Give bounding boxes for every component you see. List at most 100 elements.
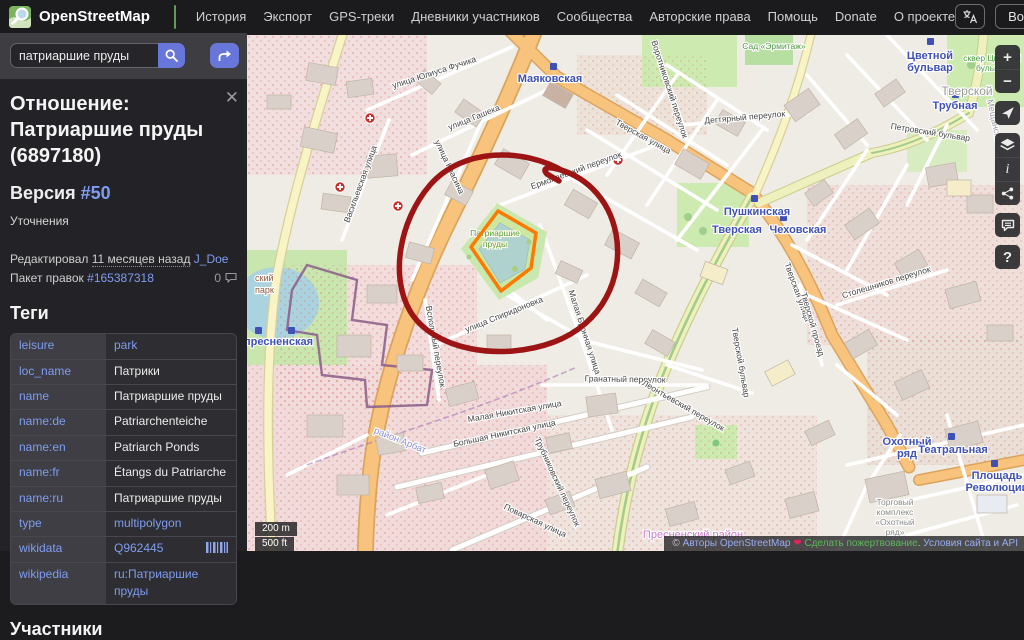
svg-text:парк: парк xyxy=(255,285,274,295)
search-bar xyxy=(0,33,247,79)
subtitle: Уточнения xyxy=(10,214,69,228)
tag-key-link[interactable]: name:ru xyxy=(19,491,63,505)
auth-buttons: Войти Зарегистрироваться xyxy=(995,4,1024,29)
brand-name: OpenStreetMap xyxy=(39,8,150,25)
note-bubble-icon xyxy=(1001,219,1014,231)
zoom-in-button[interactable]: + xyxy=(995,45,1020,69)
nav-item-gps-traces[interactable]: GPS-треки xyxy=(329,9,394,24)
donate-link[interactable]: Сделать пожертвование xyxy=(804,538,917,549)
tag-key-link[interactable]: loc_name xyxy=(19,364,71,378)
changeset-label: Пакет правок xyxy=(10,270,84,285)
tag-key-link[interactable]: type xyxy=(19,516,42,530)
edited-prefix: Редактировал xyxy=(10,252,89,266)
tag-key-link[interactable]: wikidata xyxy=(19,541,62,555)
svg-text:Цветной: Цветной xyxy=(907,50,953,62)
svg-text:Сад «Эрмитаж»: Сад «Эрмитаж» xyxy=(742,41,806,51)
nav-item-communities[interactable]: Сообщества xyxy=(557,9,633,24)
layers-button[interactable] xyxy=(995,133,1020,157)
table-row: type multipolygon xyxy=(11,511,236,538)
share-button[interactable] xyxy=(995,181,1020,205)
table-row: name:fr Étangs du Patriarche xyxy=(11,461,236,487)
tag-value: Patriarch Ponds xyxy=(106,435,236,461)
table-row: name:ru Патриаршие пруды xyxy=(11,486,236,512)
tag-value: Патриаршие пруды xyxy=(106,486,236,511)
locate-me-button[interactable] xyxy=(995,101,1020,125)
tag-key-link[interactable]: name xyxy=(19,389,49,403)
tag-value: Патрики xyxy=(106,359,236,384)
nav-item-history[interactable]: История xyxy=(196,9,246,24)
sidebar: ✕ Отношение: Патриаршие пруды (6897180) … xyxy=(0,33,247,639)
tag-key-link[interactable]: name:en xyxy=(19,440,66,454)
tags-table: leisure park loc_name Патрики name Патри… xyxy=(10,333,237,606)
terms-link[interactable]: Условия сайта и API xyxy=(923,538,1018,549)
table-row: name:de Patriarchenteiche xyxy=(11,410,236,436)
nav-menu: История Экспорт GPS-треки Дневники участ… xyxy=(196,9,955,24)
tag-value: Patriarchenteiche xyxy=(106,410,236,435)
nav-item-about[interactable]: О проекте xyxy=(894,9,955,24)
top-navigation: OpenStreetMap Правка ▼ История Экспорт G… xyxy=(0,0,1024,33)
nav-item-export[interactable]: Экспорт xyxy=(263,9,312,24)
nav-item-help[interactable]: Помощь xyxy=(768,9,818,24)
edited-time: 11 месяцев назад xyxy=(91,252,191,267)
map-viewport[interactable]: Маяковская Пушкинская Тверская Чеховская… xyxy=(247,35,1024,551)
changeset-id-link[interactable]: #165387318 xyxy=(87,269,154,288)
nav-item-donate[interactable]: Donate xyxy=(835,9,877,24)
login-button[interactable]: Войти xyxy=(996,5,1024,28)
svg-text:Театральная: Театральная xyxy=(918,444,988,456)
nav-item-diaries[interactable]: Дневники участников xyxy=(411,9,540,24)
tags-heading: Теги xyxy=(10,303,49,324)
osm-authors-link[interactable]: Авторы OpenStreetMap xyxy=(683,538,791,549)
version-number-link[interactable]: #50 xyxy=(81,183,111,203)
feature-panel: ✕ Отношение: Патриаршие пруды (6897180) … xyxy=(0,79,247,640)
members-heading: Участники xyxy=(10,619,103,640)
tag-key-link[interactable]: wikipedia xyxy=(19,567,68,581)
page-title: Отношение: Патриаршие пруды (6897180) xyxy=(10,93,204,167)
svg-text:ряд: ряд xyxy=(897,448,917,460)
svg-text:комплекс: комплекс xyxy=(877,507,914,517)
map-controls: + − i ? xyxy=(995,45,1020,269)
edit-button[interactable]: Правка ▼ xyxy=(173,4,176,29)
tag-value: Étangs du Patriarche xyxy=(106,461,236,486)
tag-value: Патриаршие пруды xyxy=(106,384,236,410)
tag-value-link[interactable]: park xyxy=(114,337,137,354)
table-row: leisure park xyxy=(11,334,236,360)
edit-button-label[interactable]: Правка xyxy=(175,6,176,28)
search-input[interactable] xyxy=(10,43,158,68)
svg-text:Торговый: Торговый xyxy=(877,497,914,507)
directions-button[interactable] xyxy=(210,43,239,68)
help-button[interactable]: ? xyxy=(995,245,1020,269)
tag-key-link[interactable]: name:fr xyxy=(19,465,60,479)
heart-icon: ❤ xyxy=(793,538,802,549)
language-button[interactable] xyxy=(955,4,986,29)
osm-logo[interactable]: OpenStreetMap xyxy=(0,5,160,29)
svg-text:Революции: Революции xyxy=(966,482,1024,494)
nav-item-copyright[interactable]: Авторские права xyxy=(649,9,750,24)
table-row: wikipedia ru:Патриаршие пруды xyxy=(11,562,236,605)
svg-text:«Охотный: «Охотный xyxy=(875,517,915,527)
scale-bar-imperial: 500 ft xyxy=(255,537,295,551)
version-label: Версия xyxy=(10,183,76,203)
close-icon[interactable]: ✕ xyxy=(225,89,239,106)
edited-line: Редактировал 11 месяцев назад J_Doe xyxy=(10,250,237,269)
svg-text:Чеховская: Чеховская xyxy=(770,224,827,236)
changeset-line: Пакет правок #165387318 0 xyxy=(10,269,237,288)
svg-text:Маяковская: Маяковская xyxy=(518,73,583,85)
tag-key-link[interactable]: leisure xyxy=(19,338,54,352)
wikidata-icon xyxy=(206,542,228,554)
tag-value-link[interactable]: multipolygon xyxy=(114,515,181,532)
svg-text:Площадь: Площадь xyxy=(972,470,1023,482)
search-icon xyxy=(165,49,178,62)
comments-count: 0 xyxy=(214,269,237,288)
search-button[interactable] xyxy=(158,43,185,68)
directions-icon xyxy=(218,50,231,61)
tag-value-link[interactable]: ru:Патриаршие пруды xyxy=(114,566,228,601)
add-note-button[interactable] xyxy=(995,213,1020,237)
zoom-out-button[interactable]: − xyxy=(995,69,1020,93)
tag-value-link[interactable]: Q962445 xyxy=(114,540,163,557)
map-key-button[interactable]: i xyxy=(995,157,1020,181)
edited-user-link[interactable]: J_Doe xyxy=(194,252,229,266)
svg-text:бульвар: бульвар xyxy=(907,62,953,74)
share-icon xyxy=(1001,187,1014,200)
locate-arrow-icon xyxy=(1001,107,1014,119)
tag-key-link[interactable]: name:de xyxy=(19,414,66,428)
